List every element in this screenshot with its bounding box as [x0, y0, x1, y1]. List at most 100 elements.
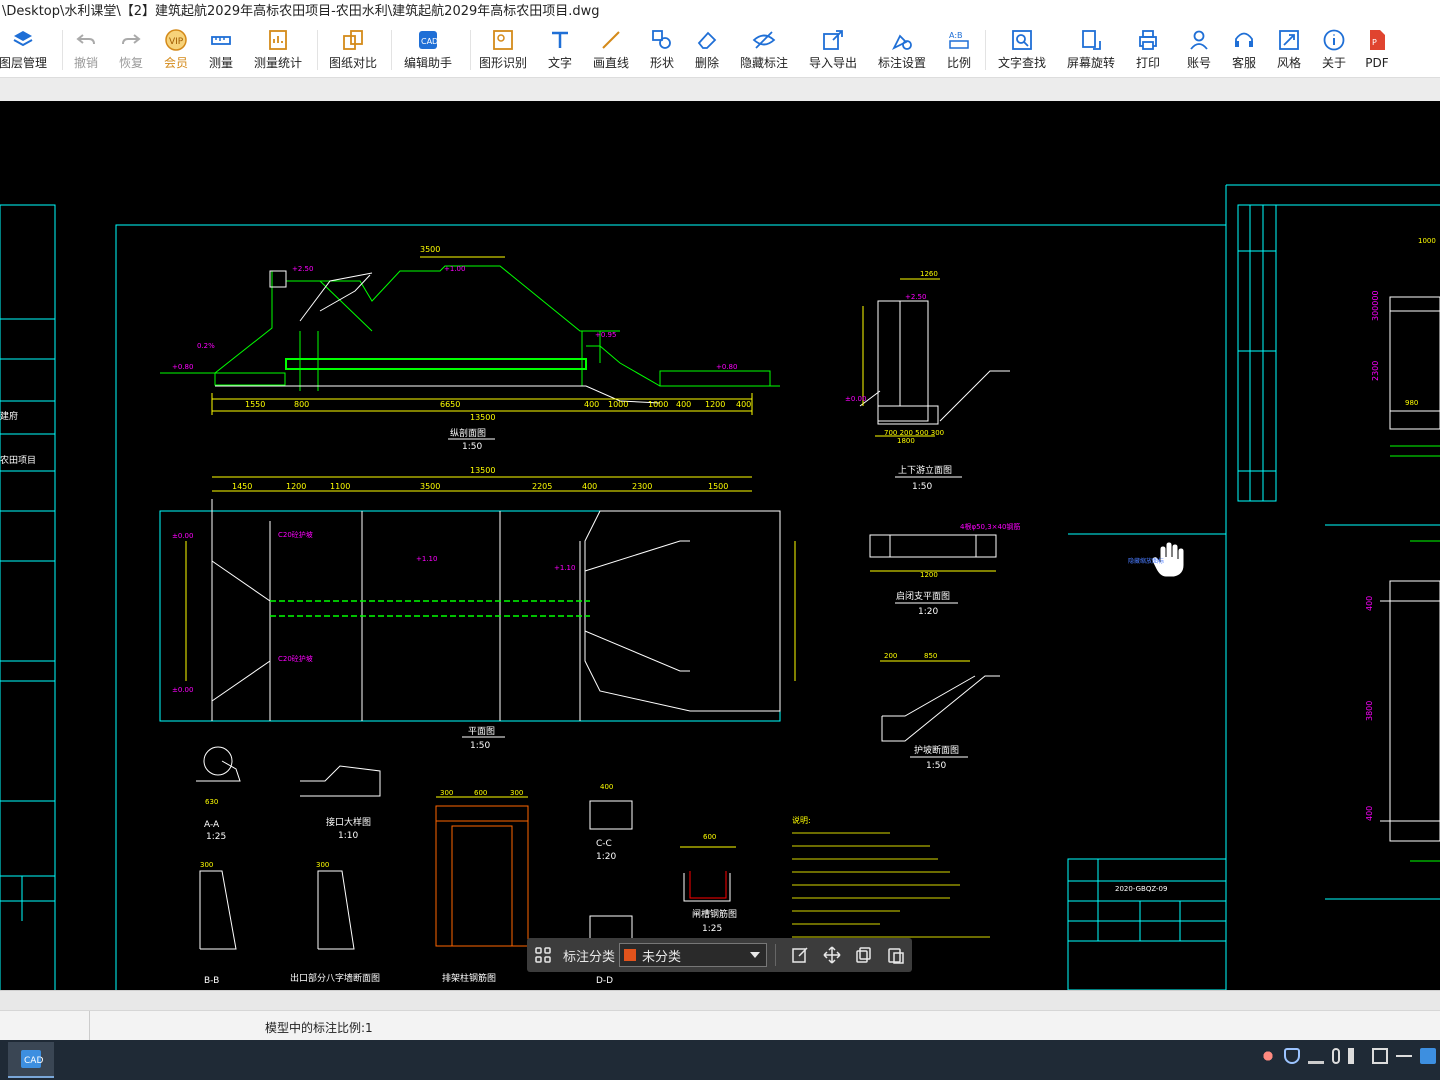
left-label-2: 农田项目: [0, 454, 36, 466]
toolbar-button-measure[interactable]: 测量: [191, 26, 251, 74]
cad-tray-icon[interactable]: [1420, 1048, 1436, 1064]
toolbar-button-pdf[interactable]: P PDF: [1347, 26, 1407, 74]
view-scale-profile: 1:50: [462, 442, 482, 452]
horizontal-scrollbar[interactable]: [0, 990, 1440, 1010]
svg-text:C20砼护坡: C20砼护坡: [278, 530, 313, 539]
undo-icon: [76, 34, 95, 45]
shield-icon[interactable]: [1284, 1048, 1300, 1064]
view-title-elevation: 上下游立面图: [898, 464, 952, 476]
view-title-wingwall: 出口部分八字墙断面图: [290, 972, 380, 984]
plan-dim-8: 1500: [708, 482, 728, 491]
annotation-scale-text: 模型中的标注比例:1: [265, 1021, 373, 1035]
scale-icon: A:B: [949, 31, 969, 49]
tab-strip: [0, 78, 1440, 101]
display-icon[interactable]: [1372, 1048, 1388, 1064]
svg-text:300: 300: [510, 789, 523, 797]
taskbar: CAD: [0, 1040, 1440, 1080]
shape-recognition-icon: [493, 30, 513, 50]
toolbar-button-edit-assistant[interactable]: CAD 编辑助手: [398, 26, 458, 74]
toolbar-button-eraser[interactable]: 删除: [677, 26, 737, 74]
toolbar-button-compare[interactable]: 图纸对比: [323, 26, 383, 74]
svg-text:C20砼护坡: C20砼护坡: [278, 654, 313, 663]
eraser-icon: [697, 31, 717, 49]
layers-icon: [13, 31, 33, 47]
paste-icon[interactable]: [880, 939, 912, 971]
toolbar-button-import-export[interactable]: 导入导出: [803, 26, 863, 74]
speaker-muted-icon[interactable]: [1348, 1048, 1364, 1064]
support-icon: [1235, 32, 1253, 47]
plan-dim-2: 1200: [286, 482, 306, 491]
toolbar-button-shape-recognition[interactable]: 图形识别: [473, 26, 533, 74]
toolbar-button-label: 标注设置: [877, 56, 926, 70]
vip-icon: VIP: [165, 29, 187, 51]
airplane-icon[interactable]: [1396, 1055, 1412, 1057]
toolbar-button-label: 图形识别: [478, 56, 527, 70]
svg-text:400: 400: [600, 783, 613, 791]
microphone-icon[interactable]: [1332, 1048, 1340, 1064]
view-scale-revetment: 1:50: [926, 761, 946, 771]
toolbar-button-layers[interactable]: 图层管理: [0, 26, 53, 74]
svg-text:300: 300: [200, 861, 213, 869]
text-search-icon: [1012, 30, 1032, 50]
annotation-category-select[interactable]: 未分类: [619, 943, 768, 967]
status-bar: 模型中的标注比例:1: [0, 1010, 1440, 1041]
move-icon[interactable]: [816, 939, 848, 971]
view-title-aa: A-A: [204, 820, 220, 830]
profile-dim-1: 1550: [245, 400, 265, 409]
plan-dim-1: 1450: [232, 482, 252, 491]
view-title-dd: D-D: [596, 976, 613, 986]
svg-text:+0.80: +0.80: [172, 363, 193, 371]
toolbar-button-text-search[interactable]: 文字查找: [992, 26, 1052, 74]
svg-text:980: 980: [1405, 399, 1418, 407]
flower-icon[interactable]: [1260, 1048, 1276, 1064]
svg-text:2300: 2300: [1371, 361, 1380, 381]
annotation-toolbar: 标注分类 未分类: [527, 938, 912, 972]
toolbar-button-label: 客服: [1231, 56, 1256, 70]
view-title-revetment: 护坡断面图: [914, 744, 959, 756]
account-icon: [1190, 30, 1208, 50]
svg-text:P: P: [1372, 38, 1377, 47]
view-scale-plan: 1:50: [470, 741, 490, 751]
profile-dim-total: 13500: [470, 413, 495, 422]
svg-text:200: 200: [884, 652, 897, 660]
toolbar-button-label: 关于: [1321, 56, 1346, 70]
view-title-cc: C-C: [596, 839, 612, 849]
toolbar-button-label: 导入导出: [808, 56, 857, 70]
style-icon: [1279, 30, 1299, 50]
toolbar-button-annotation-settings[interactable]: 标注设置: [872, 26, 932, 74]
edit-assistant-icon: CAD: [419, 31, 438, 49]
toolbar-button-rotate-screen[interactable]: 屏幕旋转: [1061, 26, 1121, 74]
svg-text:300: 300: [316, 861, 329, 869]
profile-dim-8: 1200: [705, 400, 725, 409]
svg-text:CAD: CAD: [421, 37, 438, 46]
view-title-joint: 接口大样图: [326, 816, 371, 828]
view-scale-elevation: 1:50: [912, 482, 932, 492]
grid-icon[interactable]: [527, 939, 559, 971]
drawing-number: 2020-GBQZ-09: [1115, 885, 1167, 893]
svg-text:400: 400: [1365, 806, 1374, 821]
svg-text:1260: 1260: [920, 270, 938, 278]
svg-text:4根φ50,3×40钢筋: 4根φ50,3×40钢筋: [960, 522, 1020, 531]
copy-icon[interactable]: [848, 939, 880, 971]
toolbar-button-measure-stats[interactable]: 测量统计: [248, 26, 308, 74]
svg-text:600: 600: [474, 789, 487, 797]
toolbar-button-hide-annotation[interactable]: 隐藏标注: [734, 26, 794, 74]
view-title-profile: 纵剖面图: [450, 427, 486, 439]
toolbar-button-scale[interactable]: A:B 比例: [929, 26, 989, 74]
drawing-canvas[interactable]: 建府 农田项目 2020-GBQZ-09 300000 2300 400 380…: [0, 101, 1440, 990]
status-cell: [0, 1011, 90, 1041]
toolbar-button-label: 比例: [946, 56, 971, 70]
toolbar-button-label: 恢复: [118, 56, 143, 70]
network-off-icon[interactable]: [1308, 1048, 1324, 1064]
toolbar-button-label: 测量: [208, 56, 233, 70]
view-scale-gate-slot: 1:25: [702, 924, 722, 934]
cad-app-icon: CAD: [21, 1050, 43, 1068]
taskbar-app-button[interactable]: CAD: [8, 1042, 54, 1078]
toolbar-divider: [470, 30, 471, 70]
svg-text:VIP: VIP: [169, 37, 184, 47]
text-icon: [552, 31, 568, 48]
plan-dim-6: 400: [582, 482, 597, 491]
toolbar-divider: [391, 30, 392, 70]
edit-icon[interactable]: [784, 939, 816, 971]
svg-text:±0.00: ±0.00: [172, 532, 193, 540]
